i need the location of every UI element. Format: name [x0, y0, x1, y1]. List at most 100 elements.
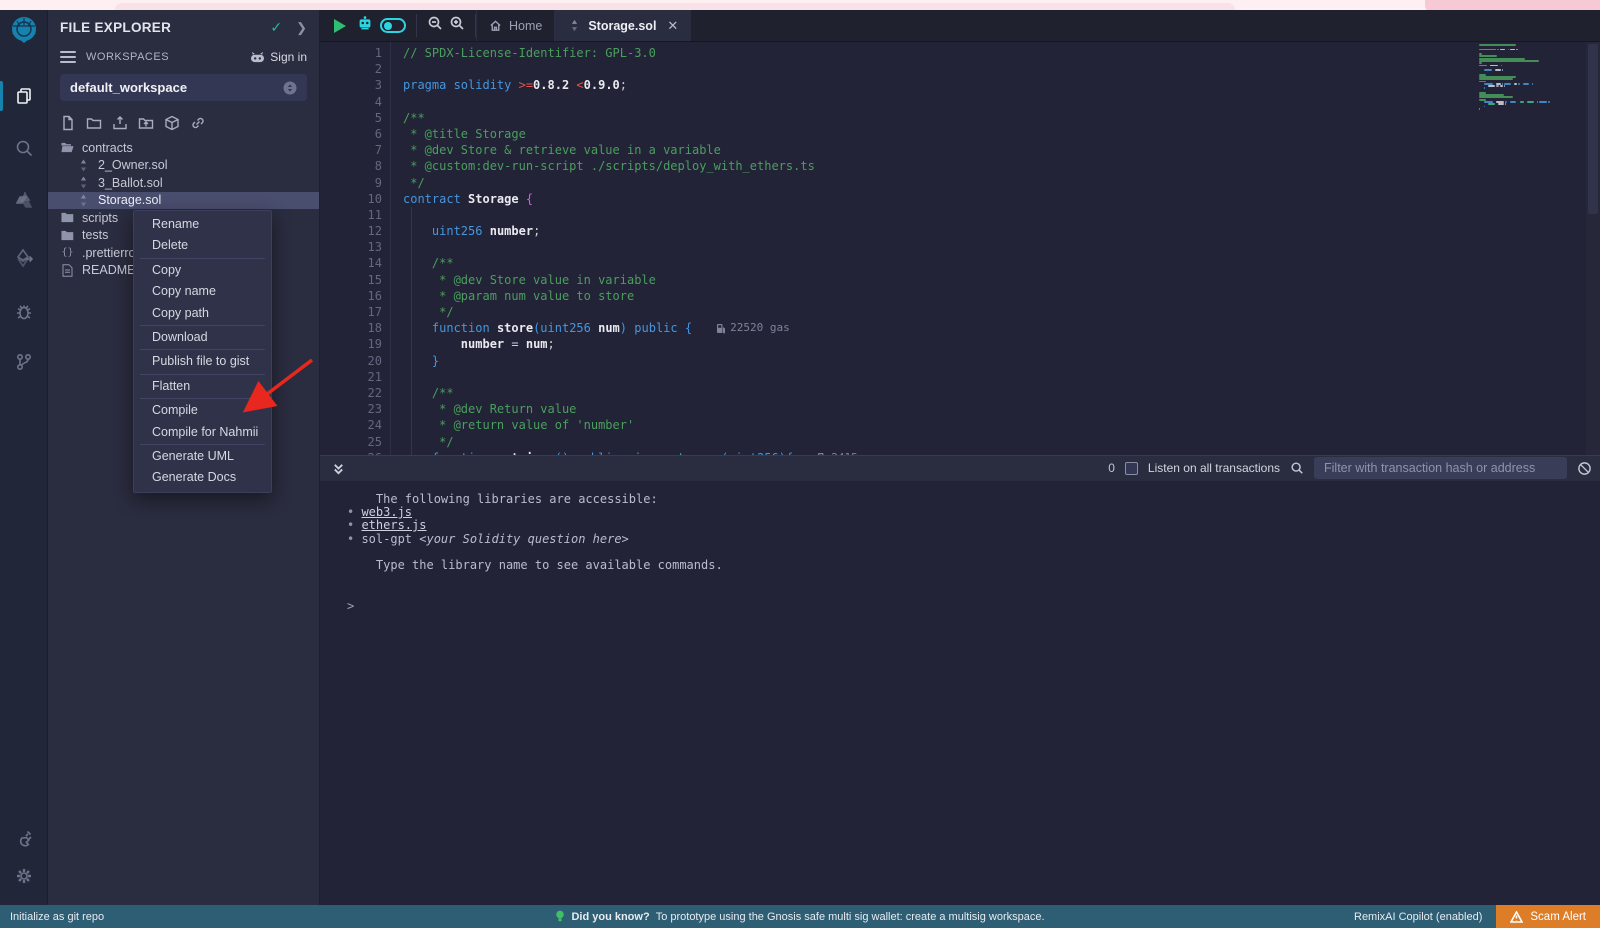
code-line[interactable]: 8 * @custom:dev-run-script ./scripts/dep…	[320, 158, 1600, 174]
menu-item-publish-file-to-gist[interactable]: Publish file to gist	[134, 351, 271, 372]
gas-estimate: 22520 gas	[716, 320, 790, 336]
copilot-status[interactable]: RemixAI Copilot (enabled)	[1354, 911, 1496, 923]
menu-item-generate-docs[interactable]: Generate Docs	[134, 467, 271, 488]
code-line[interactable]: 17 */	[320, 304, 1600, 320]
workspace-select[interactable]: default_workspace	[60, 74, 307, 101]
code-line[interactable]: 5/**	[320, 110, 1600, 126]
code-line[interactable]: 22 /**	[320, 385, 1600, 401]
status-bar: Initialize as git repo Did you know? To …	[0, 905, 1600, 928]
terminal-prompt[interactable]: >	[347, 599, 1600, 613]
listen-transactions-checkbox[interactable]	[1125, 462, 1138, 475]
panel-title: FILE EXPLORER	[60, 20, 270, 35]
code-line[interactable]: 23 * @dev Return value	[320, 401, 1600, 417]
search-icon[interactable]	[0, 129, 48, 167]
code-line[interactable]: 7 * @dev Store & retrieve value in a var…	[320, 142, 1600, 158]
file-explorer-icon[interactable]	[0, 77, 48, 115]
settings-gear-icon[interactable]	[0, 857, 48, 895]
menu-item-download[interactable]: Download	[134, 327, 271, 348]
menu-item-compile[interactable]: Compile	[134, 400, 271, 421]
transaction-filter-input[interactable]	[1314, 457, 1567, 479]
solidity-icon	[568, 19, 581, 32]
transaction-count: 0	[1108, 461, 1115, 475]
scam-alert-button[interactable]: Scam Alert	[1496, 905, 1600, 928]
remix-logo[interactable]	[5, 13, 43, 51]
terminal-output[interactable]: The following libraries are accessible:•…	[320, 481, 1600, 906]
tree-item-2-owner-sol[interactable]: 2_Owner.sol	[48, 157, 319, 175]
library-link[interactable]: ethers.js	[361, 518, 426, 532]
folder-icon	[60, 210, 75, 225]
code-line[interactable]: 19 number = num;	[320, 336, 1600, 352]
debugger-icon[interactable]	[0, 293, 48, 331]
code-line[interactable]: 15 * @dev Store value in variable	[320, 272, 1600, 288]
ai-copilot-robot-icon[interactable]	[356, 14, 374, 37]
tab-storage-sol[interactable]: Storage.sol ✕	[555, 10, 691, 41]
code-line[interactable]: 1// SPDX-License-Identifier: GPL-3.0	[320, 45, 1600, 61]
sign-in-button[interactable]: Sign in	[250, 50, 307, 64]
link-icon[interactable]	[190, 115, 206, 131]
tree-item-3-ballot-sol[interactable]: 3_Ballot.sol	[48, 174, 319, 192]
menu-item-compile-for-nahmii[interactable]: Compile for Nahmii	[134, 422, 271, 443]
publish-ipfs-icon[interactable]	[164, 115, 180, 131]
copilot-toggle[interactable]	[380, 18, 406, 33]
code-line[interactable]: 16 * @param num value to store	[320, 288, 1600, 304]
code-line[interactable]: 21	[320, 369, 1600, 385]
tree-item-storage-sol[interactable]: Storage.sol	[48, 192, 319, 210]
code-line[interactable]: 6 * @title Storage	[320, 126, 1600, 142]
menu-item-flatten[interactable]: Flatten	[134, 376, 271, 397]
code-line[interactable]: 26 function retrieve() public view retur…	[320, 450, 1600, 455]
gas-estimate: 2415 gas	[817, 450, 884, 455]
new-folder-icon[interactable]	[86, 115, 102, 131]
solidity-icon	[76, 193, 91, 208]
code-line[interactable]: 25 */	[320, 434, 1600, 450]
braces-icon: {}	[60, 245, 75, 260]
code-line[interactable]: 12 uint256 number;	[320, 223, 1600, 239]
git-icon[interactable]	[0, 343, 48, 381]
deploy-run-icon[interactable]	[0, 239, 48, 277]
terminal-line: The following libraries are accessible:	[347, 493, 1600, 506]
tree-item-contracts[interactable]: contracts	[48, 139, 319, 157]
menu-item-delete[interactable]: Delete	[134, 235, 271, 256]
menu-item-copy-path[interactable]: Copy path	[134, 303, 271, 324]
tab-home[interactable]: Home	[476, 10, 555, 41]
code-line[interactable]: 14 /**	[320, 255, 1600, 271]
menu-item-copy[interactable]: Copy	[134, 260, 271, 281]
code-editor[interactable]: 1// SPDX-License-Identifier: GPL-3.023pr…	[320, 42, 1600, 455]
close-tab-icon[interactable]: ✕	[667, 18, 678, 34]
run-script-button[interactable]	[334, 19, 346, 33]
terminal-line: • web3.js	[347, 506, 1600, 519]
upload-file-icon[interactable]	[112, 115, 128, 131]
git-init-button[interactable]: Initialize as git repo	[0, 911, 104, 923]
code-line[interactable]: 18 function store(uint256 num) public {2…	[320, 320, 1600, 336]
activity-bar	[0, 10, 48, 905]
code-line[interactable]: 24 * @return value of 'number'	[320, 417, 1600, 433]
code-line[interactable]: 20 }	[320, 353, 1600, 369]
code-line[interactable]: 2	[320, 61, 1600, 77]
minimap[interactable]	[1477, 44, 1582, 110]
code-line[interactable]: 10contract Storage {	[320, 191, 1600, 207]
code-line[interactable]: 9 */	[320, 175, 1600, 191]
expand-terminal-icon[interactable]	[332, 462, 345, 475]
warning-triangle-icon	[1510, 911, 1523, 923]
upload-folder-icon[interactable]	[138, 115, 154, 131]
zoom-out-icon[interactable]	[427, 15, 443, 36]
workspaces-menu-icon[interactable]	[60, 48, 76, 66]
zoom-in-icon[interactable]	[449, 15, 465, 36]
code-line[interactable]: 11	[320, 207, 1600, 223]
menu-item-rename[interactable]: Rename	[134, 214, 271, 235]
library-link[interactable]: web3.js	[361, 505, 412, 519]
editor-scrollbar[interactable]	[1586, 42, 1600, 455]
plugin-manager-icon[interactable]	[0, 819, 48, 857]
terminal-search-icon[interactable]	[1290, 461, 1304, 475]
check-icon[interactable]: ✓	[270, 19, 282, 36]
menu-item-copy-name[interactable]: Copy name	[134, 281, 271, 302]
code-line[interactable]: 3pragma solidity >=0.8.2 <0.9.0;	[320, 77, 1600, 93]
terminal-line: • ethers.js	[347, 519, 1600, 532]
code-line[interactable]: 13	[320, 239, 1600, 255]
code-line[interactable]: 4	[320, 94, 1600, 110]
menu-item-generate-uml[interactable]: Generate UML	[134, 446, 271, 467]
solidity-compiler-icon[interactable]	[0, 183, 48, 221]
clear-console-icon[interactable]	[1577, 461, 1592, 476]
new-file-icon[interactable]	[60, 115, 76, 131]
solidity-icon	[76, 158, 91, 173]
chevron-right-icon[interactable]: ❯	[296, 20, 307, 36]
